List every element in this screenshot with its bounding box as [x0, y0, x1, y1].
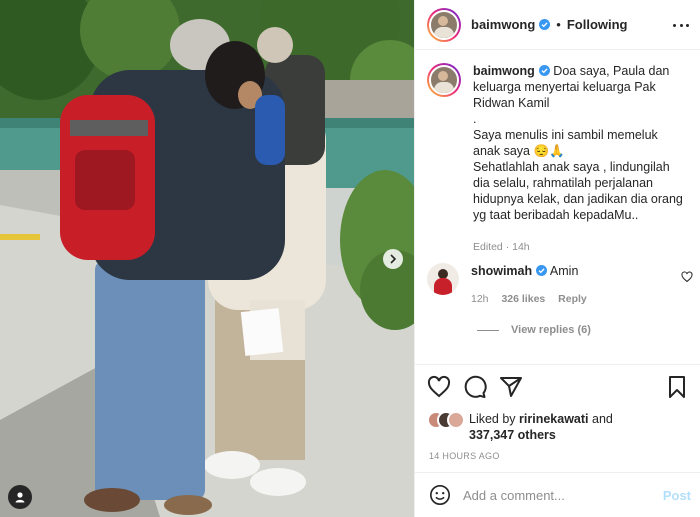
post-image: [0, 0, 414, 517]
likes-summary: Liked by ririnekawati and 337,347 others: [427, 411, 613, 443]
liked-by-prefix: Liked by: [469, 412, 516, 426]
post-timestamp[interactable]: 14 HOURS AGO: [429, 451, 500, 461]
comment-text: Amin: [549, 264, 579, 278]
author-avatar[interactable]: [427, 7, 461, 42]
comments-list[interactable]: baimwong Doa saya, Paula dan keluarga me…: [415, 51, 700, 364]
comment-heart-icon[interactable]: [681, 271, 693, 283]
comment-likes[interactable]: 326 likes: [501, 293, 545, 305]
post-header: baimwong • Following: [415, 0, 700, 50]
comment-composer: Post: [415, 472, 700, 517]
emoji-icon[interactable]: [429, 484, 451, 506]
liked-by-user[interactable]: ririnekawati: [519, 412, 588, 426]
comment-age: 12h: [471, 293, 489, 305]
following-button[interactable]: Following: [567, 17, 628, 32]
next-image-button[interactable]: [383, 249, 403, 269]
view-replies-label: View replies (6): [511, 324, 591, 336]
separator-dot: •: [556, 17, 561, 32]
add-comment-input[interactable]: [463, 487, 653, 503]
heart-icon[interactable]: [427, 375, 451, 399]
bookmark-icon[interactable]: [665, 375, 689, 399]
liker-avatar: [447, 411, 465, 429]
post-caption: baimwong Doa saya, Paula dan keluarga me…: [427, 63, 685, 255]
verified-badge-icon: [538, 65, 550, 76]
author-username[interactable]: baimwong: [471, 17, 535, 32]
caption-author[interactable]: baimwong: [473, 64, 535, 78]
commenter-avatar[interactable]: [427, 263, 459, 295]
post-photo[interactable]: [0, 0, 414, 517]
post-actions: Liked by ririnekawati and 337,347 others…: [415, 364, 700, 472]
comment-item: showimah Amin 12h 326 likes Reply: [427, 263, 695, 307]
comment-reply-button[interactable]: Reply: [558, 293, 587, 305]
chevron-right-icon: [390, 254, 397, 264]
liked-by-avatars[interactable]: [427, 411, 465, 431]
verified-badge-icon: [536, 265, 548, 276]
liked-by-and: and: [592, 412, 613, 426]
verified-badge-icon: [539, 19, 551, 30]
user-tag-icon: [15, 492, 25, 503]
replies-divider: [477, 329, 499, 331]
caption-author-avatar[interactable]: [427, 63, 461, 97]
more-options-icon[interactable]: [673, 17, 689, 33]
caption-text: Doa saya, Paula dan keluarga menyertai k…: [473, 64, 683, 222]
caption-meta: Edited · 14h: [473, 241, 530, 253]
comment-icon[interactable]: [463, 375, 487, 399]
view-replies-button[interactable]: View replies (6): [477, 324, 591, 336]
likes-count[interactable]: 337,347 others: [469, 428, 556, 442]
post-sidebar: baimwong • Following baimwong Doa saya, …: [414, 0, 700, 517]
tagged-users-button[interactable]: [8, 485, 32, 509]
post-comment-button[interactable]: Post: [663, 488, 691, 503]
comment-author[interactable]: showimah: [471, 264, 532, 278]
send-icon[interactable]: [499, 375, 523, 399]
